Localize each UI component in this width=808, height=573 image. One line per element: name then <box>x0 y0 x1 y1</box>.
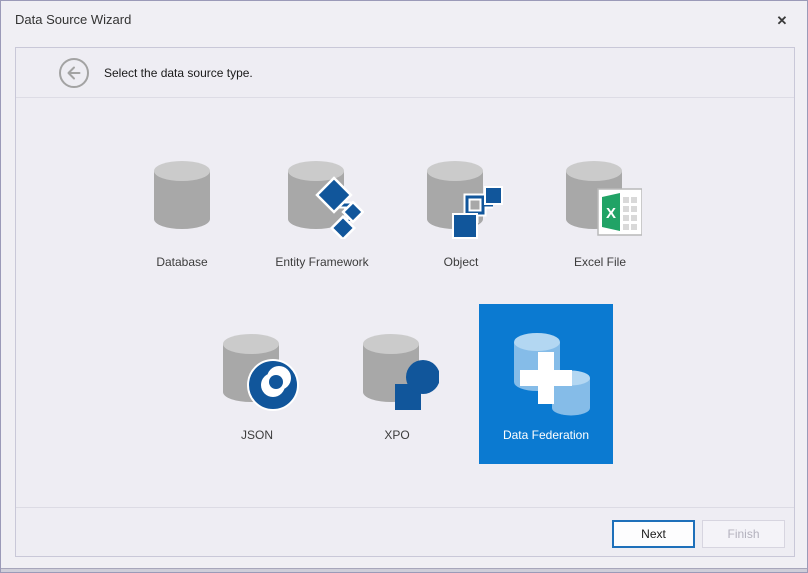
next-button[interactable]: Next <box>612 520 695 548</box>
json-icon <box>215 328 299 412</box>
tile-json[interactable]: JSON <box>190 304 324 464</box>
tile-entity-framework[interactable]: Entity Framework <box>255 131 389 291</box>
wizard-header: Select the data source type. <box>16 48 794 98</box>
instruction-text: Select the data source type. <box>104 48 253 98</box>
object-icon <box>419 155 503 239</box>
tile-label: Excel File <box>533 255 667 269</box>
tile-label: XPO <box>330 428 464 442</box>
tile-object[interactable]: Object <box>394 131 528 291</box>
tile-data-federation[interactable]: Data Federation <box>479 304 613 464</box>
wizard-footer: Next Finish <box>16 507 794 556</box>
finish-button[interactable]: Finish <box>702 520 785 548</box>
tile-excel-file[interactable]: X Excel File <box>533 131 667 291</box>
window-title: Data Source Wizard <box>15 12 131 27</box>
entity-framework-icon <box>280 155 364 239</box>
close-icon: ✕ <box>777 13 788 28</box>
tile-label: Object <box>394 255 528 269</box>
data-source-wizard-dialog: Data Source Wizard ✕ Select the data sou… <box>0 0 808 573</box>
wizard-panel: Select the data source type. Database <box>15 47 795 557</box>
tile-label: Data Federation <box>479 428 613 442</box>
tile-xpo[interactable]: XPO <box>330 304 464 464</box>
tile-label: Database <box>115 255 249 269</box>
data-federation-icon <box>498 324 594 420</box>
database-icon <box>140 155 224 239</box>
tile-label: JSON <box>190 428 324 442</box>
tile-label: Entity Framework <box>255 255 389 269</box>
close-button[interactable]: ✕ <box>771 10 793 32</box>
window-bottom-border <box>1 568 807 572</box>
back-arrow-circle-icon <box>58 77 90 92</box>
excel-file-icon: X <box>558 155 642 239</box>
xpo-icon <box>355 328 439 412</box>
back-button[interactable] <box>58 57 90 89</box>
svg-text:X: X <box>606 205 616 222</box>
tile-database[interactable]: Database <box>115 131 249 291</box>
